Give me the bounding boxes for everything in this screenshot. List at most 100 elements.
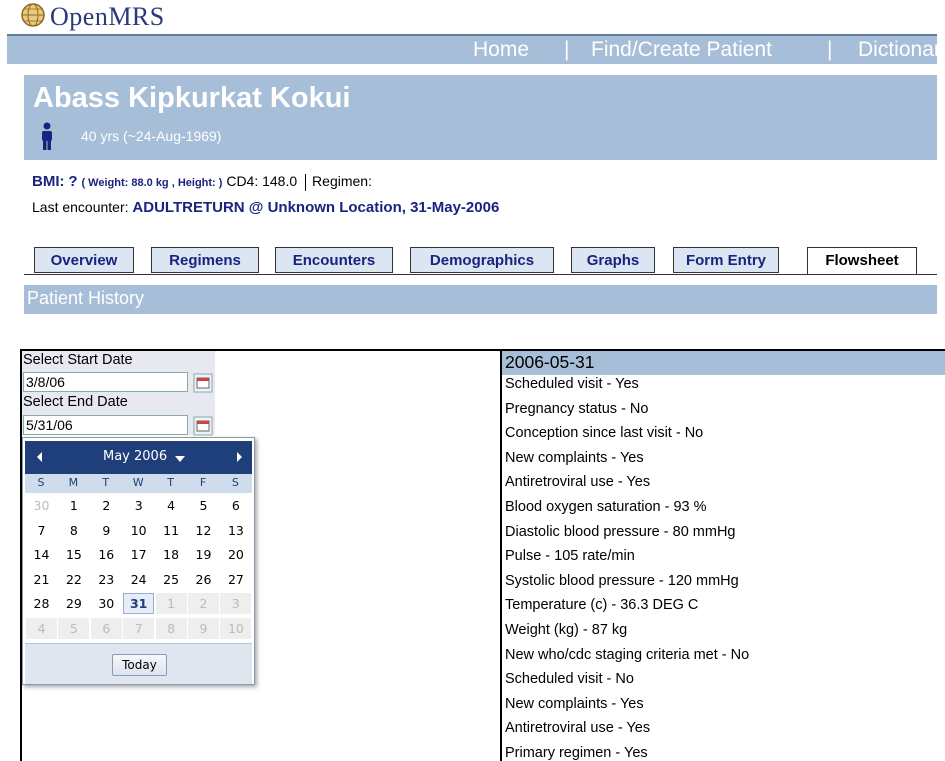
observation-item: Antiretroviral use - Yes	[505, 720, 651, 737]
calendar-weekday-row: SMTWTFS	[25, 474, 252, 493]
calendar-weekday: W	[132, 476, 144, 489]
tab-regimens[interactable]: Regimens	[151, 247, 259, 273]
bmi-detail: ( Weight: 88.0 kg , Height: )	[81, 177, 223, 189]
calendar-day[interactable]: 20	[220, 544, 251, 565]
calendar-icon[interactable]	[193, 416, 213, 436]
tab-flowsheet[interactable]: Flowsheet	[807, 247, 917, 275]
nav-dictionary-link[interactable]: Dictionary	[858, 38, 937, 62]
chevron-down-icon[interactable]	[175, 456, 185, 462]
male-person-icon	[42, 122, 52, 150]
tab-graphs[interactable]: Graphs	[571, 247, 655, 273]
observation-item: Primary regimen - Yes	[505, 745, 648, 761]
bmi-value: ?	[68, 173, 78, 190]
observation-item: Scheduled visit - No	[505, 671, 634, 688]
calendar-day[interactable]: 14	[26, 544, 57, 565]
tab-overview[interactable]: Overview	[34, 247, 134, 273]
last-encounter-label: Last encounter:	[32, 199, 129, 215]
last-encounter-value: ADULTRETURN @ Unknown Location, 31-May-2…	[132, 199, 500, 216]
calendar-weekday: F	[199, 476, 207, 489]
calendar-day[interactable]: 28	[26, 593, 57, 614]
calendar-day[interactable]: 29	[58, 593, 89, 614]
calendar-day[interactable]: 22	[58, 569, 89, 590]
calendar-day[interactable]: 13	[220, 520, 251, 541]
calendar-day[interactable]: 7	[26, 520, 57, 541]
calendar-day[interactable]: 10	[220, 617, 252, 639]
observation-item: Temperature (c) - 36.3 DEG C	[505, 597, 699, 614]
calendar-day-grid: 30 1 2 3 4 5 6 7 8 9 10 11 12 13 14 15 16 17 18 19 20 21 22 23 2…	[25, 495, 252, 645]
calendar-day[interactable]: 8	[58, 520, 89, 541]
observation-item: New who/cdc staging criteria met - No	[505, 646, 750, 663]
calendar-day[interactable]: 26	[188, 569, 219, 590]
observation-item: New complaints - Yes	[505, 695, 644, 712]
calendar-day[interactable]: 4	[156, 495, 187, 516]
observation-item: Systolic blood pressure - 120 mmHg	[505, 572, 739, 589]
tab-encounters[interactable]: Encounters	[275, 247, 393, 273]
calendar-day[interactable]: 2	[188, 593, 219, 614]
observation-date: 2006-05-31	[505, 352, 595, 372]
observation-date-header: 2006-05-31	[502, 351, 945, 375]
next-month-icon[interactable]	[237, 452, 242, 462]
calendar-day[interactable]: 16	[91, 544, 122, 565]
observation-item: Scheduled visit - Yes	[505, 376, 639, 392]
calendar-day[interactable]: 15	[58, 544, 89, 565]
calendar-weekday: S	[231, 476, 239, 489]
calendar-day[interactable]: 9	[91, 520, 122, 541]
calendar-day[interactable]: 30	[26, 495, 57, 516]
calendar-day[interactable]: 2	[91, 495, 122, 516]
calendar-icon[interactable]	[193, 373, 213, 393]
calendar-day[interactable]: 23	[91, 569, 122, 590]
calendar-day[interactable]: 19	[188, 544, 219, 565]
calendar-day[interactable]: 24	[123, 569, 154, 590]
calendar-day[interactable]: 8	[155, 617, 187, 639]
calendar-day[interactable]: 17	[123, 544, 154, 565]
patient-name: Abass Kipkurkat Kokui	[33, 82, 351, 114]
openmrs-logo[interactable]: OpenMRS	[0, 0, 240, 34]
date-filter-panel: Select Start Date 3/8/06 Select End Date…	[22, 351, 215, 436]
today-button[interactable]: Today	[112, 654, 167, 676]
previous-month-icon[interactable]	[37, 452, 42, 462]
start-date-input[interactable]: 3/8/06	[23, 372, 188, 392]
calendar-day[interactable]: 3	[123, 495, 154, 516]
calendar-footer: Today	[25, 643, 252, 684]
calendar-day[interactable]: 10	[123, 520, 154, 541]
tab-demographics[interactable]: Demographics	[410, 247, 554, 273]
calendar-month-label[interactable]: May 2006	[103, 449, 167, 464]
calendar-day[interactable]: 30	[91, 593, 122, 614]
calendar-day[interactable]: 6	[220, 495, 251, 516]
observation-item: Diastolic blood pressure - 80 mmHg	[505, 523, 736, 540]
date-picker-calendar: May 2006 SMTWTFS 30 1 2 3 4 5 6 7 8 9 10 11 12 13 14 15…	[22, 437, 255, 685]
observation-item: Pregnancy status - No	[505, 400, 649, 417]
end-date-input[interactable]: 5/31/06	[23, 415, 188, 435]
calendar-day[interactable]: 5	[58, 617, 90, 639]
calendar-day[interactable]: 3	[220, 593, 252, 614]
calendar-day[interactable]: 27	[220, 569, 251, 590]
tabs-underline	[24, 274, 937, 275]
calendar-day[interactable]: 1	[155, 593, 187, 614]
calendar-day[interactable]: 5	[188, 495, 219, 516]
calendar-header: May 2006	[25, 441, 252, 474]
divider	[305, 173, 307, 191]
calendar-day[interactable]: 21	[26, 569, 57, 590]
calendar-day[interactable]: 12	[188, 520, 219, 541]
nav-find-create-patient-link[interactable]: Find/Create Patient	[591, 38, 772, 62]
nav-home-link[interactable]: Home	[473, 38, 529, 62]
calendar-day[interactable]: 11	[156, 520, 187, 541]
tab-form-entry[interactable]: Form Entry	[673, 247, 779, 273]
section-title: Patient History	[27, 288, 145, 308]
top-nav-bar: Home | Find/Create Patient | Dictionary	[7, 34, 937, 64]
calendar-day[interactable]: 18	[156, 544, 187, 565]
calendar-weekday: S	[37, 476, 45, 489]
cd4-value: CD4: 148.0	[226, 173, 298, 189]
calendar-day[interactable]: 6	[90, 617, 122, 639]
calendar-day[interactable]: 31	[123, 593, 155, 614]
calendar-day[interactable]: 7	[123, 617, 155, 639]
calendar-day[interactable]: 4	[26, 617, 57, 639]
calendar-day[interactable]: 9	[188, 617, 219, 639]
calendar-weekday: T	[102, 476, 110, 489]
observation-item: Weight (kg) - 87 kg	[505, 622, 628, 638]
calendar-day[interactable]: 25	[156, 569, 187, 590]
calendar-day[interactable]: 1	[58, 495, 89, 516]
calendar-weekday: T	[167, 476, 174, 489]
bmi-label: BMI:	[32, 173, 65, 190]
observation-item: Blood oxygen saturation - 93 %	[505, 499, 707, 515]
